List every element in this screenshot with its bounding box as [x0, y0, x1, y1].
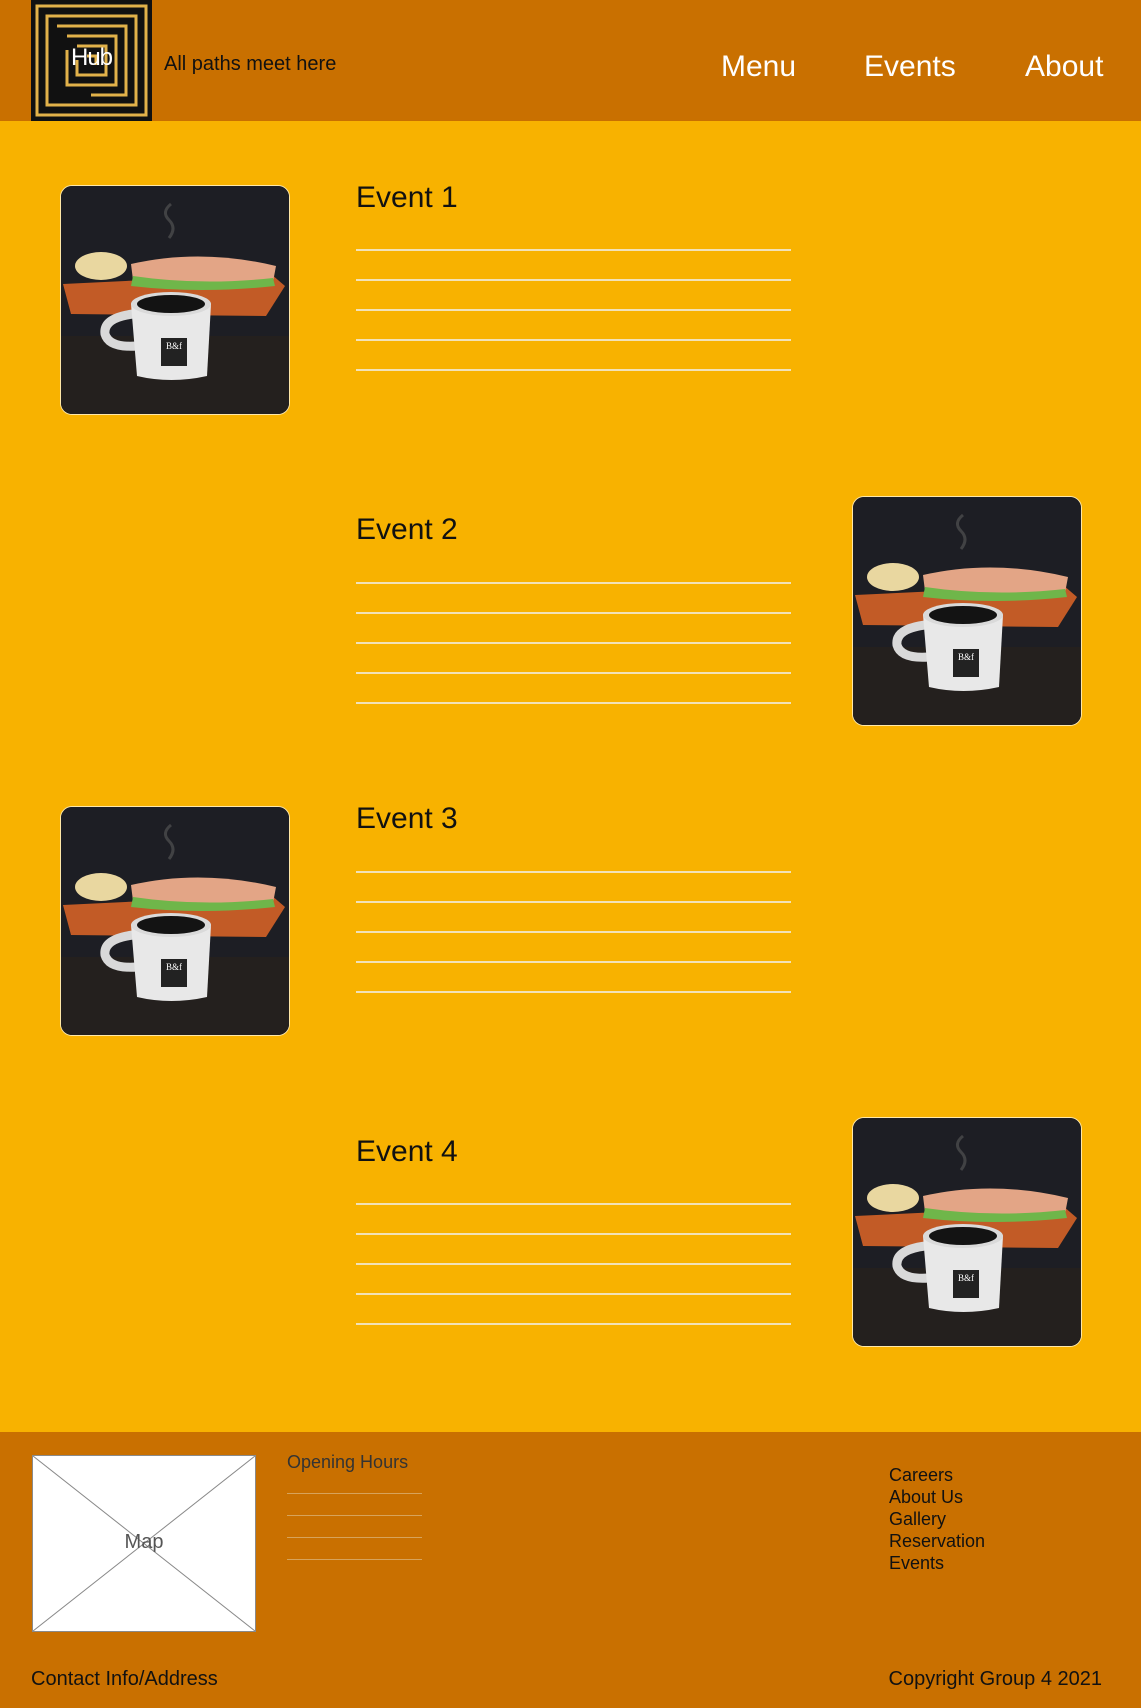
footer-link-events[interactable]: Events — [889, 1552, 985, 1574]
event-1-description — [356, 249, 791, 379]
nav-menu[interactable]: Menu — [721, 50, 796, 84]
footer-links: Careers About Us Gallery Reservation Eve… — [889, 1464, 985, 1574]
footer-link-gallery[interactable]: Gallery — [889, 1508, 985, 1530]
hours-line — [287, 1537, 422, 1538]
event-4-image — [852, 1117, 1082, 1347]
event-3-description — [356, 871, 791, 1001]
footer-link-reservation[interactable]: Reservation — [889, 1530, 985, 1552]
copyright: Copyright Group 4 2021 — [888, 1668, 1102, 1690]
event-1-title: Event 1 — [356, 181, 458, 214]
hours-line — [287, 1493, 422, 1494]
event-3-title: Event 3 — [356, 802, 458, 835]
opening-hours-title: Opening Hours — [287, 1452, 409, 1472]
contact-info: Contact Info/Address — [31, 1668, 218, 1690]
event-4-title: Event 4 — [356, 1135, 458, 1168]
hours-line — [287, 1515, 422, 1516]
hours-line — [287, 1559, 422, 1560]
site-header: Hub All paths meet here Menu Events Abou… — [0, 0, 1141, 121]
event-4-description — [356, 1203, 791, 1333]
tagline: All paths meet here — [164, 53, 337, 75]
event-2-description — [356, 582, 791, 712]
site-footer: Map Opening Hours Careers About Us Galle… — [0, 1432, 1141, 1708]
event-3-image — [60, 806, 290, 1036]
nav-events[interactable]: Events — [864, 50, 956, 84]
event-1-image — [60, 185, 290, 415]
footer-link-careers[interactable]: Careers — [889, 1464, 985, 1486]
nav-about[interactable]: About — [1025, 50, 1103, 84]
footer-link-about-us[interactable]: About Us — [889, 1486, 985, 1508]
map-label: Map — [124, 1531, 164, 1553]
logo-text: Hub — [70, 44, 113, 71]
map-placeholder[interactable]: Map — [32, 1455, 256, 1632]
event-2-title: Event 2 — [356, 513, 458, 546]
event-2-image — [852, 496, 1082, 726]
hub-logo[interactable]: Hub — [31, 0, 152, 121]
